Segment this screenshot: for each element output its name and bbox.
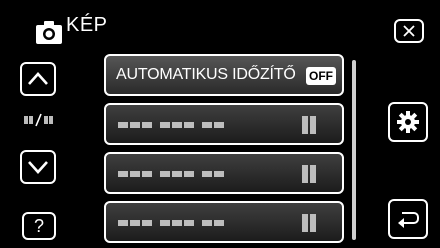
placeholder-text-icon [118, 214, 316, 232]
scrollbar[interactable] [352, 60, 356, 240]
camera-icon [36, 20, 62, 44]
help-label: ? [33, 215, 44, 236]
back-button[interactable] [388, 199, 428, 239]
settings-button[interactable] [388, 102, 428, 142]
gear-icon [397, 111, 419, 133]
close-button[interactable] [394, 19, 424, 43]
menu-item-label: AUTOMATIKUS IDŐZÍTŐ [116, 66, 296, 83]
menu-item-automatic-timer[interactable]: AUTOMATIKUS IDŐZÍTŐ OFF [104, 54, 344, 96]
return-icon [398, 212, 419, 228]
chevron-up-icon [28, 72, 48, 85]
page-indicator-icon [24, 113, 53, 127]
menu-item-3[interactable] [104, 152, 344, 194]
status-badge: OFF [306, 67, 336, 85]
placeholder-text-icon [118, 165, 316, 183]
menu-item-2[interactable] [104, 103, 344, 145]
menu-item-4[interactable] [104, 201, 344, 243]
scroll-down-button[interactable] [20, 150, 56, 184]
chevron-down-icon [28, 161, 48, 174]
placeholder-text-icon [118, 116, 316, 134]
page-indicator [23, 113, 55, 127]
scroll-up-button[interactable] [20, 62, 56, 96]
help-button[interactable]: ? [22, 212, 56, 240]
page-title: KÉP [66, 14, 108, 36]
close-icon [403, 25, 415, 37]
